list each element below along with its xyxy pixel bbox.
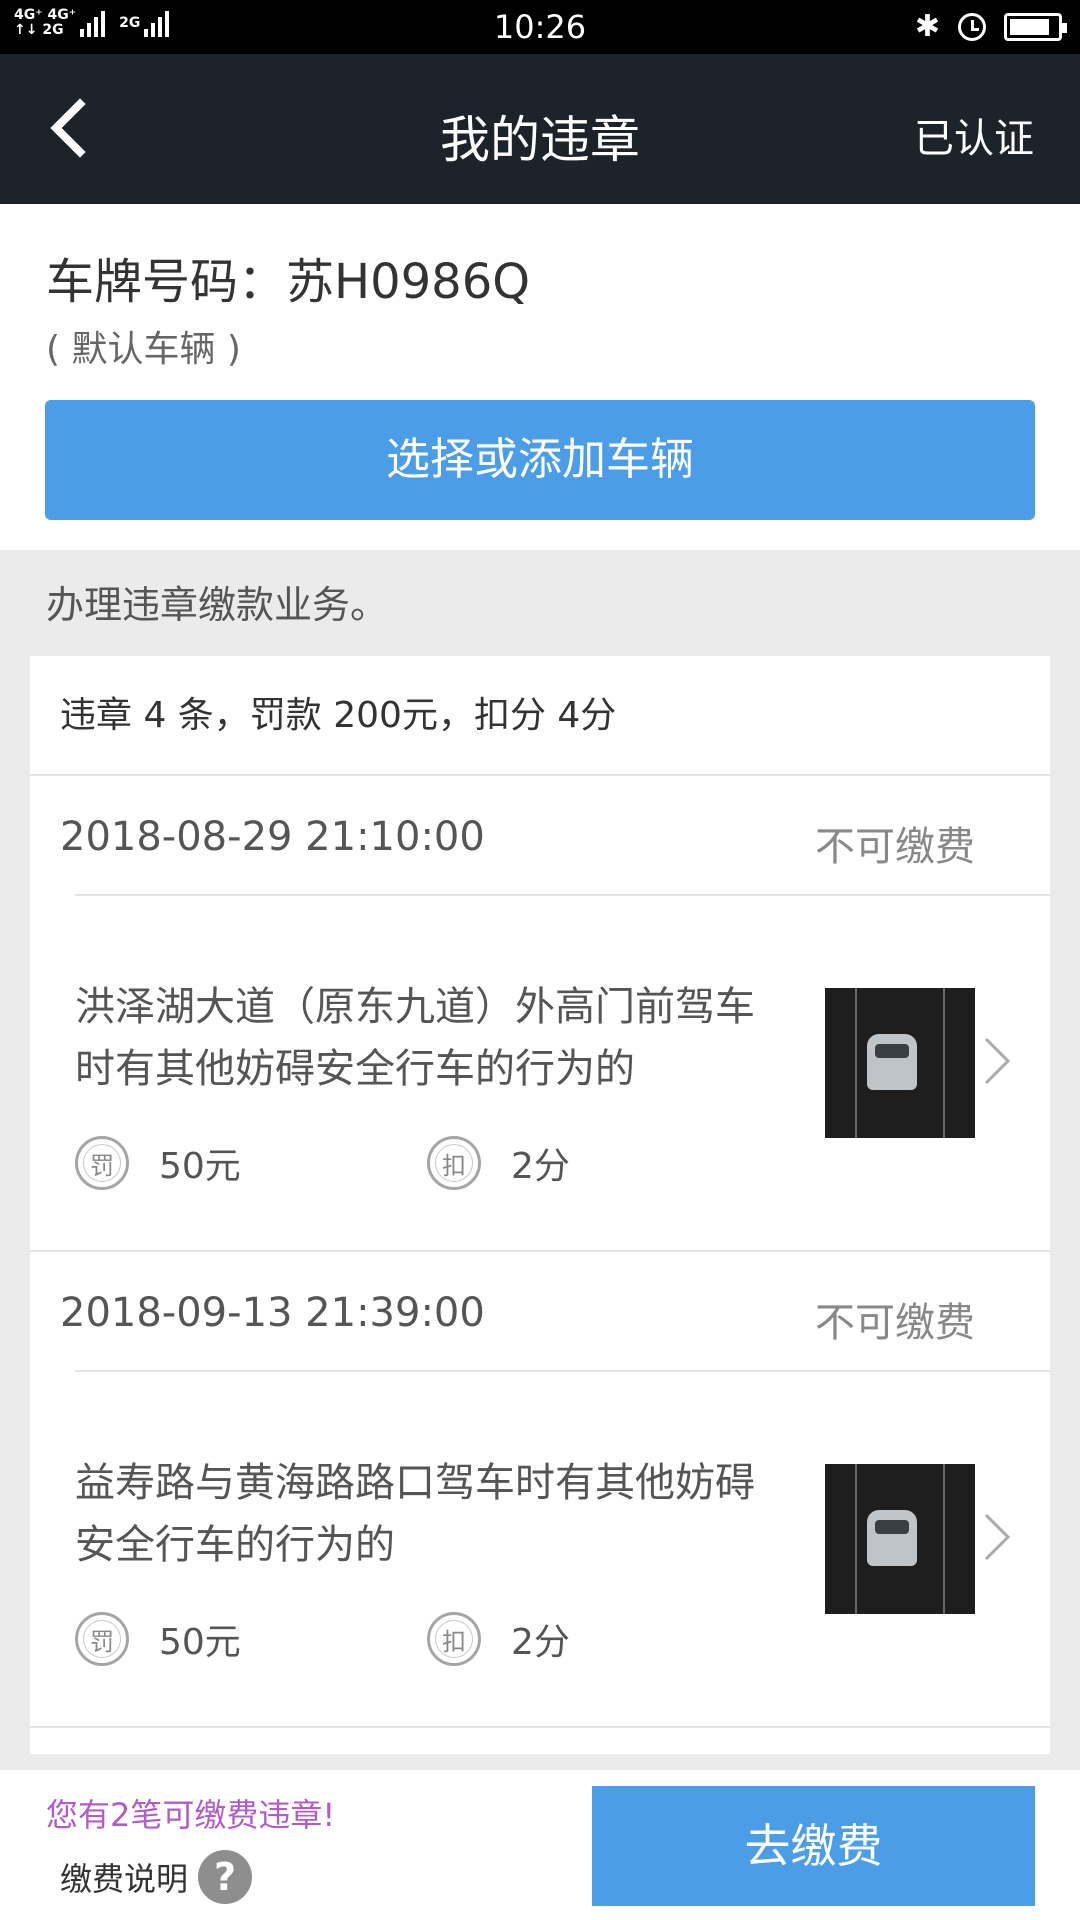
violation-header: 2018-09-13 21:39:00 不可缴费	[30, 1252, 1050, 1372]
points-value: 2分	[511, 1146, 570, 1187]
violation-header: 2018-08-29 21:10:00 不可缴费	[30, 776, 1050, 896]
status-bar: 4G⁺ 4G⁺ ↑↓ 2G 2G 10:26 ✱	[0, 0, 1080, 54]
fine-amount: 罚 50元	[75, 1612, 241, 1666]
violation-description: 洪泽湖大道（原东九道）外高门前驾车时有其他妨碍安全行车的行为的	[75, 984, 755, 1092]
violation-datetime: 2018-08-29 21:10:00	[60, 814, 485, 860]
fine-icon: 罚	[75, 1136, 129, 1190]
bluetooth-icon: ✱	[914, 9, 940, 44]
default-vehicle-tag: ( 默认车辆 )	[46, 329, 241, 370]
help-icon[interactable]: ?	[198, 1850, 253, 1904]
select-add-vehicle-button[interactable]: 选择或添加车辆	[45, 400, 1035, 520]
fine-value: 50元	[159, 1146, 241, 1187]
fine-icon: 罚	[75, 1612, 129, 1666]
car-image	[867, 1510, 917, 1566]
payment-explanation-label: 缴费说明	[60, 1860, 189, 1898]
violation-item[interactable]: 2018-08-29 21:10:00 不可缴费 洪泽湖大道（原东九道）外高门前…	[30, 776, 1050, 1252]
alarm-clock-icon	[958, 13, 986, 41]
violation-photo[interactable]	[825, 1464, 975, 1614]
chevron-right-icon[interactable]	[978, 1031, 1018, 1091]
violation-list[interactable]: 违章 4 条，罚款 200元，扣分 4分 2018-08-29 21:10:00…	[30, 656, 1050, 1754]
nav-bar: 我的违章 已认证	[0, 54, 1080, 204]
points-icon: 扣	[427, 1612, 481, 1666]
payment-explanation-link[interactable]: 缴费说明 ?	[60, 1850, 253, 1904]
notice-text: 办理违章缴款业务。	[46, 583, 389, 627]
back-button[interactable]	[40, 96, 104, 160]
battery-icon	[1004, 13, 1067, 41]
verified-label[interactable]: 已认证	[914, 106, 1034, 164]
chevron-left-icon	[50, 98, 86, 158]
points-deducted: 扣 2分	[427, 1136, 570, 1190]
divider	[75, 1370, 1050, 1372]
vehicle-card: 车牌号码：苏H0986Q ( 默认车辆 ) 选择或添加车辆	[0, 204, 1080, 550]
violation-photo[interactable]	[825, 988, 975, 1138]
violation-summary: 违章 4 条，罚款 200元，扣分 4分	[30, 656, 1050, 776]
fine-amount: 罚 50元	[75, 1136, 241, 1190]
payment-status: 不可缴费	[815, 824, 975, 870]
violation-item[interactable]: 2018-09-13 21:39:00 不可缴费 益寿路与黄海路路口驾车时有其他…	[30, 1252, 1050, 1728]
pay-button[interactable]: 去缴费	[592, 1786, 1035, 1906]
points-deducted: 扣 2分	[427, 1612, 570, 1666]
plate-number: 车牌号码：苏H0986Q	[46, 254, 531, 310]
fine-value: 50元	[159, 1622, 241, 1663]
bottom-pay-bar: 您有2笔可缴费违章! 缴费说明 ? 去缴费	[0, 1770, 1080, 1920]
payable-count-note: 您有2笔可缴费违章!	[46, 1796, 336, 1834]
violation-description: 益寿路与黄海路路口驾车时有其他妨碍安全行车的行为的	[75, 1460, 755, 1568]
chevron-right-icon[interactable]	[978, 1507, 1018, 1567]
points-icon: 扣	[427, 1136, 481, 1190]
payment-status: 不可缴费	[815, 1300, 975, 1346]
divider	[75, 894, 1050, 896]
points-value: 2分	[511, 1622, 570, 1663]
violation-datetime: 2018-09-13 21:39:00	[60, 1290, 485, 1336]
car-image	[867, 1034, 917, 1090]
